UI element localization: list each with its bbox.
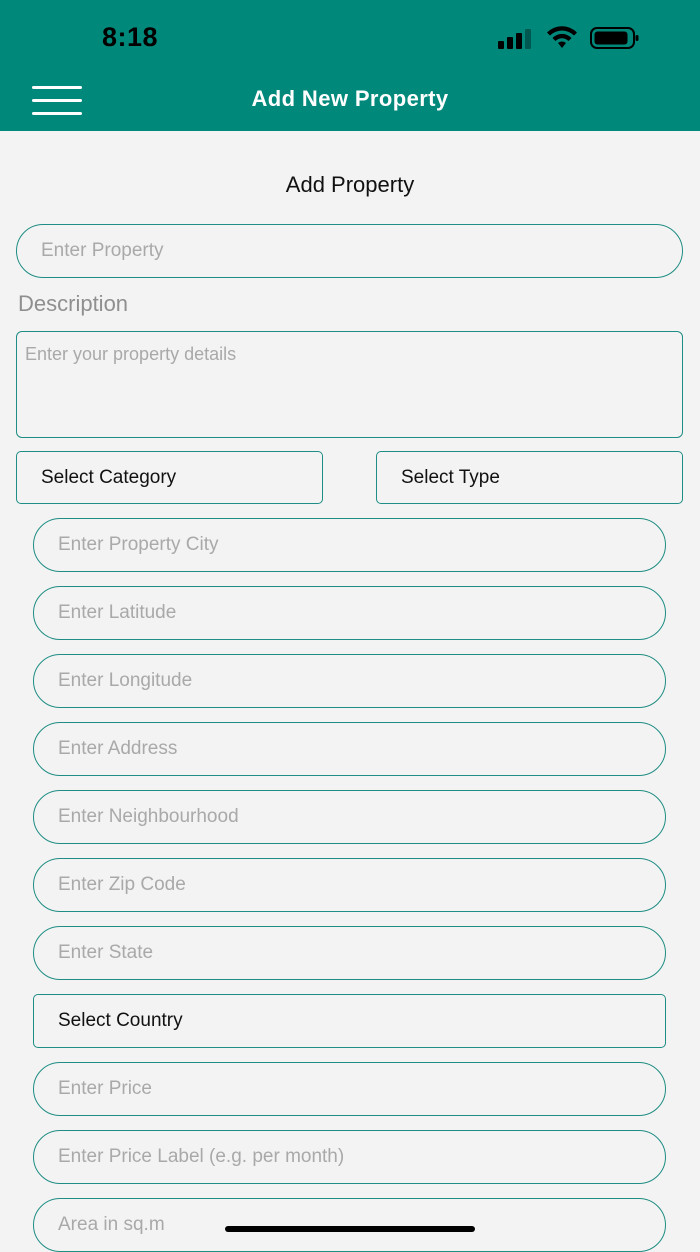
home-indicator [225,1226,475,1232]
longitude-input[interactable]: Enter Longitude [33,654,666,708]
address-input[interactable]: Enter Address [33,722,666,776]
property-name-input[interactable]: Enter Property [16,224,683,278]
neighbourhood-input[interactable]: Enter Neighbourhood [33,790,666,844]
zip-code-input[interactable]: Enter Zip Code [33,858,666,912]
country-select[interactable]: Select Country [33,994,666,1048]
form-title: Add Property [285,172,415,197]
state-input[interactable]: Enter State [33,926,666,980]
price-input[interactable]: Enter Price [33,1062,666,1116]
signal-icon [498,27,534,49]
status-icons [498,26,640,50]
status-time: 8:18 [102,22,159,52]
city-input[interactable]: Enter Property City [33,518,666,572]
header-title: Add New Property [251,86,449,111]
category-select[interactable]: Select Category [16,451,323,504]
description-textarea[interactable]: Enter your property details [16,331,683,438]
latitude-input[interactable]: Enter Latitude [33,586,666,640]
app-header: 8:18 Add New Property [0,0,700,131]
type-select[interactable]: Select Type [376,451,683,504]
price-label-input[interactable]: Enter Price Label (e.g. per month) [33,1130,666,1184]
wifi-icon [546,26,578,50]
description-label: Description [18,291,129,316]
battery-icon [590,26,640,50]
